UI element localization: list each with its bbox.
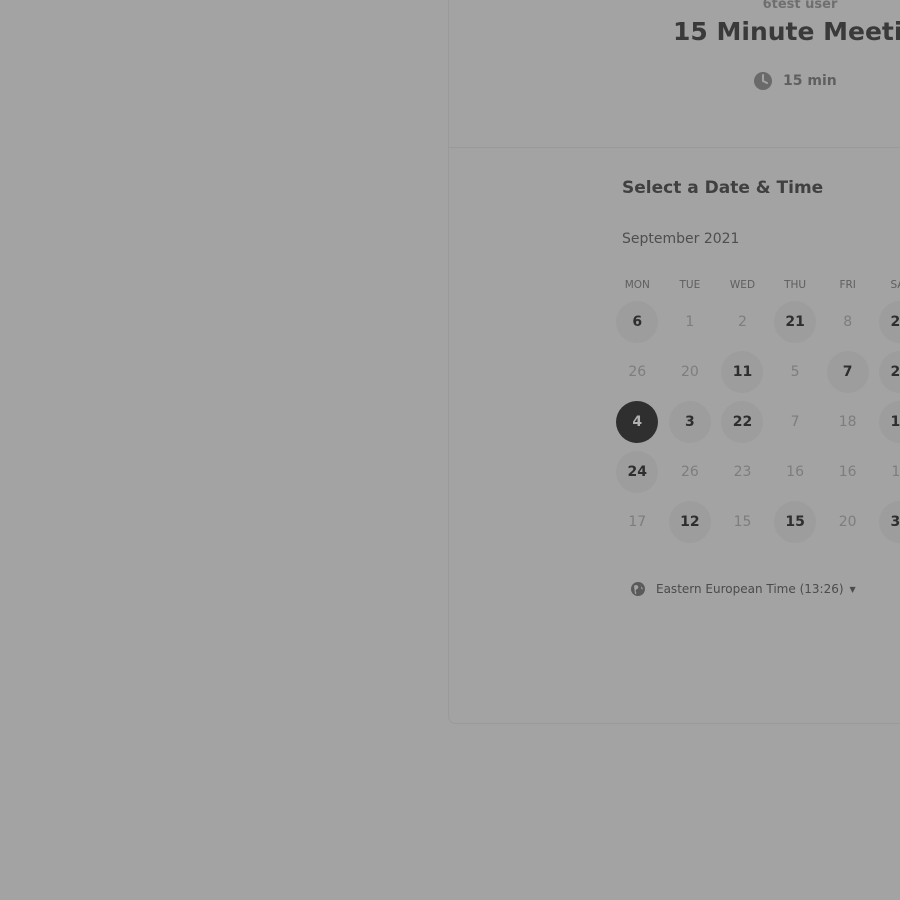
day-number: 16: [838, 464, 857, 480]
day-number: 26: [628, 364, 647, 380]
day-number: 5: [790, 364, 800, 380]
calendar-grid: 6122182926201157204322718172426231616141…: [611, 297, 900, 547]
calendar-day[interactable]: 20: [874, 347, 900, 397]
calendar-day: 20: [664, 347, 717, 397]
calendar-day: 16: [769, 447, 822, 497]
day-number: 1: [685, 314, 695, 330]
calendar-day: 17: [611, 497, 664, 547]
calendar-day: 14: [874, 447, 900, 497]
globe-icon: [631, 582, 645, 596]
calendar-day: 5: [769, 347, 822, 397]
day-number: 21: [774, 301, 817, 343]
weekday-label: WED: [729, 279, 756, 291]
calendar-day[interactable]: 31: [874, 497, 900, 547]
calendar-day[interactable]: 7: [821, 347, 874, 397]
day-number: 15: [733, 514, 752, 530]
day-number: 23: [733, 464, 752, 480]
day-number: 7: [826, 351, 869, 393]
day-number: 2: [738, 314, 747, 330]
day-number: 29: [879, 301, 900, 343]
calendar-day: 7: [769, 397, 822, 447]
calendar-day: 15: [716, 497, 769, 547]
day-number: 3: [668, 401, 711, 443]
weekday-label: SAT: [890, 279, 900, 291]
calendar-day: 26: [611, 347, 664, 397]
calendar-day[interactable]: 12: [664, 497, 717, 547]
day-number: 16: [786, 464, 804, 480]
calendar-day: 20: [821, 497, 874, 547]
weekday-label: TUE: [679, 279, 701, 291]
calendar-day: 8: [821, 297, 874, 347]
day-number: 8: [843, 314, 853, 330]
calendar-day[interactable]: 22: [716, 397, 769, 447]
calendar-row: 24 26 23 16 16 14: [611, 447, 900, 497]
day-number: 20: [879, 351, 900, 393]
weekday-label: THU: [784, 279, 807, 291]
page: 6test user 15 Minute Meeting 15 min Sele…: [0, 0, 900, 900]
calendar-day: 2: [716, 297, 769, 347]
calendar-day: 16: [821, 447, 874, 497]
section-title: Select a Date & Time: [622, 178, 824, 198]
calendar-day[interactable]: 3: [664, 397, 717, 447]
calendar-row: 2620115720: [611, 347, 900, 397]
month-label: September 2021: [622, 231, 740, 247]
day-number: 14: [891, 464, 900, 480]
weekday-label: FRI: [839, 279, 856, 291]
calendar-day: 1: [664, 297, 717, 347]
calendar-day-selected[interactable]: 4: [611, 397, 664, 447]
event-duration: 15 min: [753, 71, 837, 91]
day-number: 22: [721, 401, 764, 443]
day-number: 20: [680, 364, 699, 380]
timezone-selector[interactable]: Eastern European Time (13:26) ▼: [630, 581, 856, 597]
timezone-label: Eastern European Time (13:26): [656, 582, 844, 596]
calendar-day[interactable]: 21: [769, 297, 822, 347]
caret-down-icon: ▼: [849, 584, 856, 594]
calendar-day[interactable]: 11: [716, 347, 769, 397]
weekday-label: MON: [624, 279, 650, 291]
scheduling-card: 6test user 15 Minute Meeting 15 min Sele…: [448, 0, 900, 724]
event-header: 6test user 15 Minute Meeting 15 min: [449, 0, 900, 148]
calendar-day[interactable]: 17: [874, 397, 900, 447]
day-number: 4: [616, 401, 659, 443]
day-number: 7: [790, 414, 800, 430]
day-number: 20: [838, 514, 857, 530]
day-number: 11: [721, 351, 764, 393]
day-number: 31: [879, 501, 900, 543]
day-number: 17: [628, 514, 647, 530]
calendar-day[interactable]: 15: [769, 497, 822, 547]
calendar-day[interactable]: 6: [611, 297, 664, 347]
calendar-row: 17 12 15 15 20 31: [611, 497, 900, 547]
event-title: 15 Minute Meeting: [673, 17, 900, 46]
day-number: 26: [680, 464, 699, 480]
weekday-header: MON TUE WED THU FRI SAT: [611, 279, 900, 291]
day-number: 24: [616, 451, 659, 493]
day-number: 6: [616, 301, 659, 343]
calendar-day: 26: [664, 447, 717, 497]
day-number: 15: [774, 501, 817, 543]
host-name: 6test user: [762, 0, 838, 12]
calendar-day[interactable]: 29: [874, 297, 900, 347]
calendar-day: 18: [821, 397, 874, 447]
duration-label: 15 min: [783, 73, 837, 89]
day-number: 18: [838, 414, 857, 430]
day-number: 17: [879, 401, 900, 443]
calendar-row: 4322 7 18 17: [611, 397, 900, 447]
calendar-row: 6 1 2 21 8 29: [611, 297, 900, 347]
calendar-day[interactable]: 24: [611, 447, 664, 497]
day-number: 12: [668, 501, 711, 543]
calendar-day: 23: [716, 447, 769, 497]
clock-icon: [754, 72, 772, 90]
